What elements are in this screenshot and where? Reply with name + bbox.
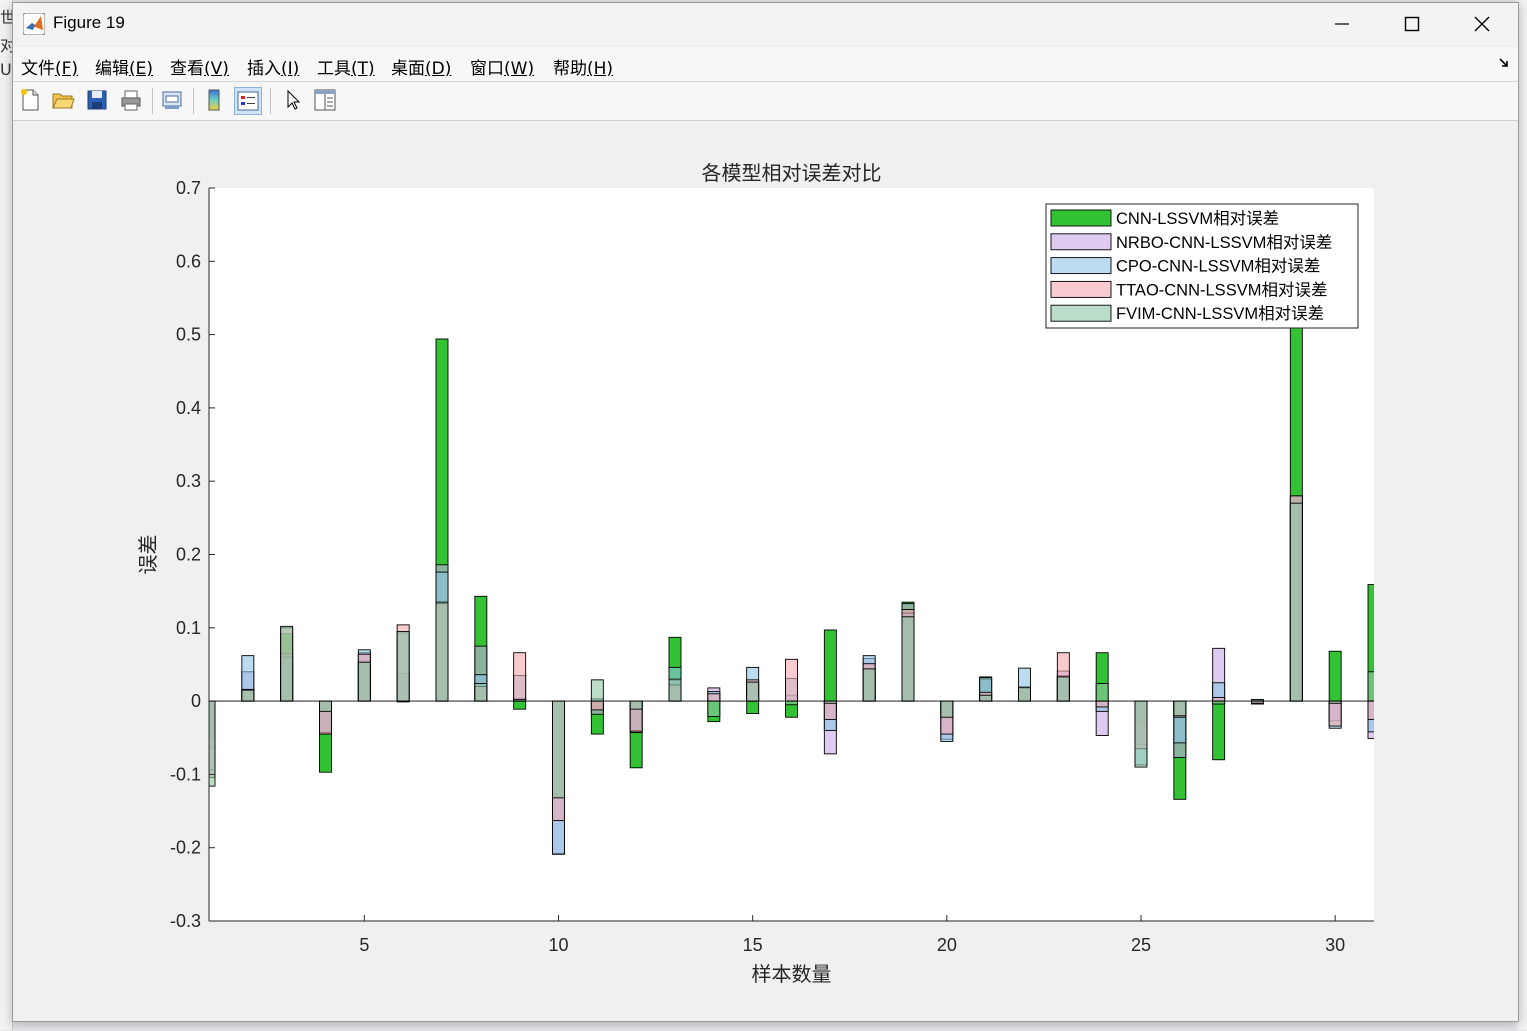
legend-swatch <box>1051 258 1111 274</box>
legend-entry-label: NRBO-CNN-LSSVM相对误差 <box>1116 233 1332 252</box>
bar <box>1057 677 1069 701</box>
bar <box>747 701 759 713</box>
bar <box>1096 684 1108 702</box>
bar <box>1290 503 1302 701</box>
x-tick-label: 20 <box>937 935 957 955</box>
legend-swatch <box>1051 305 1111 321</box>
bar <box>514 653 526 701</box>
bar <box>1096 701 1108 707</box>
y-tick-label: 0.7 <box>176 178 201 198</box>
figure-canvas: -0.3 -0.2 -0.1 0 0.1 0.2 0.3 0.4 0.5 0.6 0.7 5 10 15 2… <box>13 121 1518 1021</box>
bar <box>630 701 642 709</box>
legend-swatch <box>1051 281 1111 297</box>
legend-entry-label: CPO-CNN-LSSVM相对误差 <box>1116 257 1320 276</box>
bar <box>397 631 409 701</box>
bar <box>980 695 992 701</box>
bar <box>863 669 875 701</box>
bar <box>436 602 448 701</box>
bar <box>786 701 798 705</box>
x-tick-label: 5 <box>359 935 369 955</box>
bar <box>320 701 332 711</box>
bar <box>941 701 953 717</box>
legend-entry-label: FVIM-CNN-LSSVM相对误差 <box>1116 304 1324 323</box>
bar <box>1368 701 1380 719</box>
bar <box>1135 701 1147 767</box>
bar <box>281 626 293 701</box>
bar <box>1368 672 1380 701</box>
y-tick-label: 0.5 <box>176 325 201 345</box>
chart-title: 各模型相对误差对比 <box>702 161 882 185</box>
bar <box>824 630 836 701</box>
bar <box>1329 651 1341 701</box>
y-tick-label: 0 <box>191 691 201 711</box>
bar <box>1174 701 1186 716</box>
bar <box>708 694 720 701</box>
bar <box>669 679 681 701</box>
bar <box>708 701 720 716</box>
y-tick-label: -0.3 <box>170 911 201 931</box>
legend: CNN-LSSVM相对误差 NRBO-CNN-LSSVM相对误差 CPO-CNN-L… <box>1046 204 1358 328</box>
x-tick-label: 30 <box>1325 935 1345 955</box>
bar <box>591 680 603 701</box>
x-axis-label: 样本数量 <box>752 962 832 986</box>
legend-swatch <box>1051 210 1111 226</box>
y-tick-label: 0.6 <box>176 251 201 271</box>
legend-entry-label: CNN-LSSVM相对误差 <box>1116 209 1279 228</box>
bar <box>824 701 836 719</box>
bar <box>1329 701 1341 726</box>
bar <box>475 684 487 702</box>
y-axis-label: 误差 <box>136 535 160 575</box>
x-tick-label: 10 <box>548 935 568 955</box>
y-tick-label: 0.4 <box>176 398 201 418</box>
bar <box>786 659 798 701</box>
figure-window: Figure 19 文件(F) 编辑(E) 查看(V) 插入(I) 工具(T) … <box>12 2 1519 1022</box>
legend-swatch <box>1051 234 1111 250</box>
x-tick-label: 25 <box>1131 935 1151 955</box>
bar <box>514 701 526 709</box>
bar <box>1213 701 1225 760</box>
y-tick-label: 0.3 <box>176 471 201 491</box>
y-tick-label: 0.1 <box>176 618 201 638</box>
bar <box>591 701 603 710</box>
legend-entry-label: TTAO-CNN-LSSVM相对误差 <box>1116 280 1327 299</box>
y-tick-label: 0.2 <box>176 545 201 565</box>
bar <box>553 701 565 798</box>
bar <box>242 690 254 701</box>
y-tick-label: -0.2 <box>170 838 201 858</box>
y-tick-label: -0.1 <box>170 764 201 784</box>
bar <box>1019 687 1031 701</box>
chart-svg: -0.3 -0.2 -0.1 0 0.1 0.2 0.3 0.4 0.5 0.6 0.7 5 10 15 2… <box>1 1 1527 1031</box>
bar <box>747 682 759 701</box>
bar <box>902 617 914 701</box>
bar <box>358 662 370 701</box>
bar <box>1213 697 1225 701</box>
x-tick-label: 15 <box>743 935 763 955</box>
